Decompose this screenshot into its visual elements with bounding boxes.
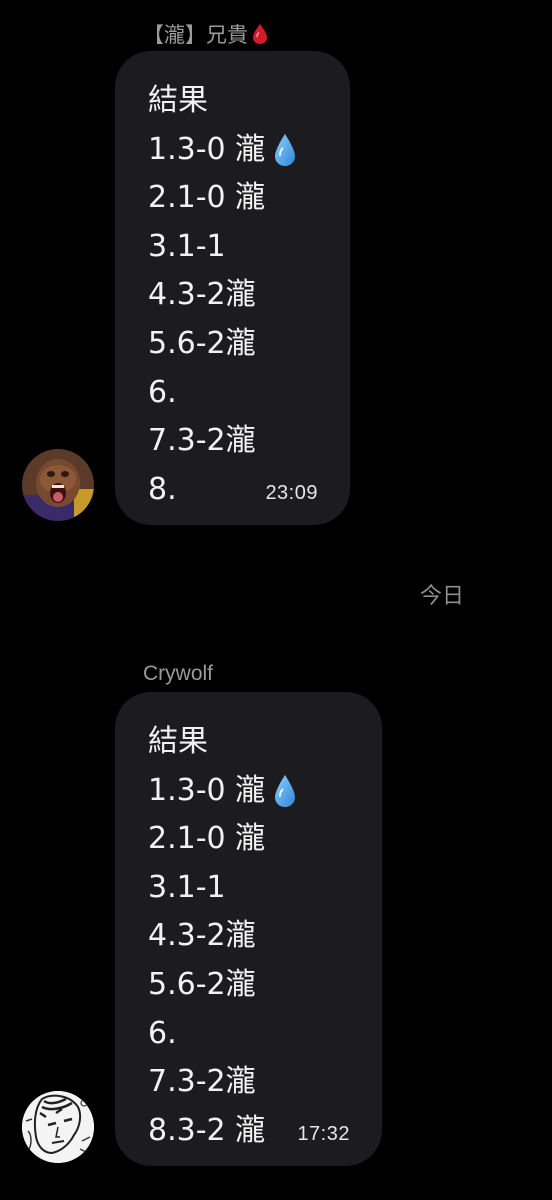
manga-sketch-avatar-icon[interactable] bbox=[22, 1091, 94, 1163]
message-line: 2.1-0 瀧 bbox=[148, 821, 266, 857]
chat-screen: 【瀧】兄貴 結果 1.3-0 瀧 2.1-0 瀧 3.1-1 4.3-2瀧 5.… bbox=[0, 0, 552, 1200]
date-divider: 今日 bbox=[420, 584, 465, 609]
sender-name: 【瀧】兄貴 bbox=[143, 19, 268, 49]
message-time: 17:32 bbox=[297, 1123, 350, 1145]
message-line-text: 1.3-0 瀧 bbox=[148, 772, 266, 808]
message-line: 1.3-0 瀧 bbox=[148, 126, 320, 175]
message-line: 結果 bbox=[148, 83, 208, 118]
message-time: 23:09 bbox=[265, 482, 318, 504]
sender-name-text: Crywolf bbox=[143, 662, 214, 685]
message-line: 4.3-2瀧 bbox=[148, 277, 256, 313]
sender-name: Crywolf bbox=[143, 662, 213, 686]
message-line: 6. bbox=[148, 374, 177, 410]
message-line: 2.1-0 瀧 bbox=[148, 180, 266, 216]
message-line: 7.3-2瀧 bbox=[148, 1064, 256, 1100]
message-line-text: 1.3-0 瀧 bbox=[148, 131, 266, 167]
message-line: 4.3-2瀧 bbox=[148, 918, 256, 954]
message-line: 6. bbox=[148, 1015, 177, 1051]
message-bubble[interactable]: 結果 1.3-0 瀧 2.1-0 瀧 3.1-1 4.3-2瀧 5.6-2瀧 6… bbox=[115, 692, 382, 1166]
droplet-icon bbox=[275, 133, 296, 166]
message-line: 3.1-1 bbox=[148, 869, 226, 905]
message-line: 結果 bbox=[148, 724, 208, 759]
message-line: 5.6-2瀧 bbox=[148, 966, 256, 1002]
message-line: 1.3-0 瀧 bbox=[148, 767, 352, 816]
droplet-icon bbox=[275, 774, 296, 807]
message-line: 7.3-2瀧 bbox=[148, 423, 256, 459]
message-line: 5.6-2瀧 bbox=[148, 325, 256, 361]
message-line: 3.1-1 bbox=[148, 228, 226, 264]
sender-name-text: 【瀧】兄貴 bbox=[143, 24, 248, 47]
drop-of-blood-icon bbox=[253, 24, 267, 44]
screaming-child-avatar-icon[interactable] bbox=[22, 449, 94, 521]
message-bubble[interactable]: 結果 1.3-0 瀧 2.1-0 瀧 3.1-1 4.3-2瀧 5.6-2瀧 6… bbox=[115, 51, 350, 525]
